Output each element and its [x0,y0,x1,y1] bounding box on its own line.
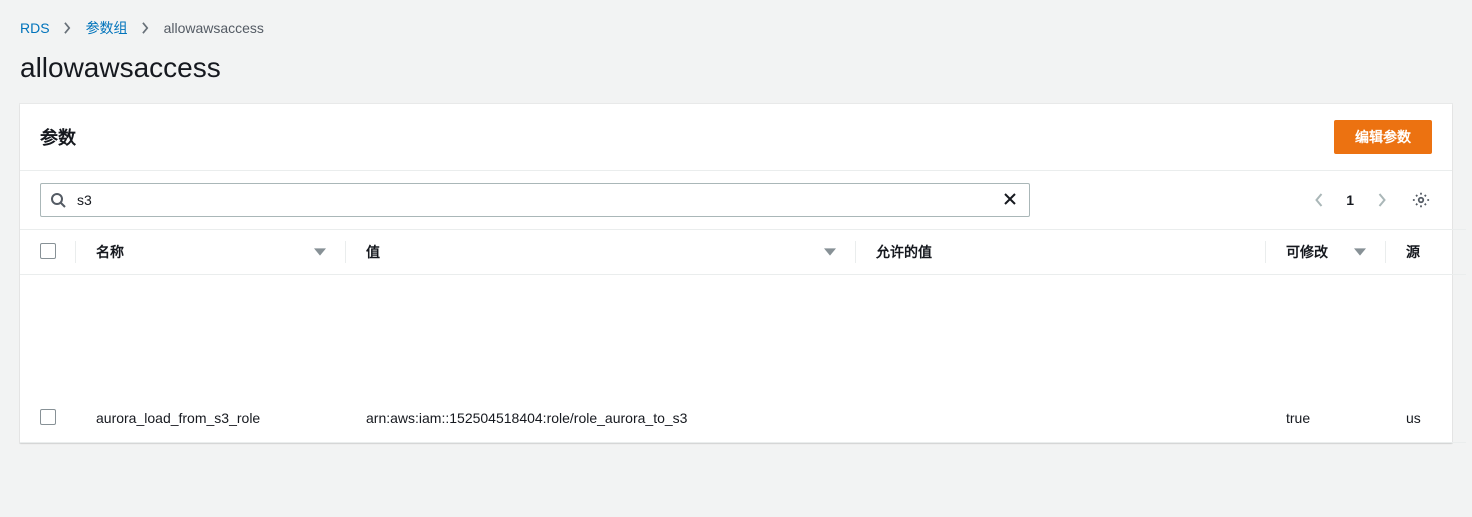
column-header-value[interactable]: 值 [346,230,856,275]
sort-icon [314,248,326,256]
column-header-name[interactable]: 名称 [76,230,346,275]
panel-title: 参数 [40,124,76,150]
edit-parameters-button[interactable]: 编辑参数 [1334,120,1432,154]
select-all-checkbox[interactable] [40,243,56,259]
chevron-right-icon [64,21,72,35]
search-icon [50,192,66,208]
column-header-allowed[interactable]: 允许的值 [856,230,1266,275]
column-label: 源 [1406,242,1420,262]
column-label: 值 [366,242,380,262]
search-wrapper [40,183,1030,217]
select-all-header [20,230,76,275]
row-checkbox[interactable] [40,409,56,425]
column-header-source[interactable]: 源 [1386,230,1466,275]
parameters-panel: 参数 编辑参数 1 [20,104,1452,443]
chevron-right-icon [142,21,150,35]
column-header-modifiable[interactable]: 可修改 [1266,230,1386,275]
sort-icon [1354,248,1366,256]
row-select-cell [20,395,76,443]
cell-value: arn:aws:iam::152504518404:role/role_auro… [346,395,856,443]
next-page-button[interactable] [1372,190,1392,210]
panel-header: 参数 编辑参数 [20,104,1452,171]
breadcrumb-current: allowawsaccess [164,20,264,36]
cell-allowed [856,395,1266,443]
page-number: 1 [1346,192,1354,208]
cell-source: us [1386,395,1466,443]
gear-icon [1412,191,1430,209]
table-row: aurora_load_from_s3_role arn:aws:iam::15… [20,395,1466,443]
parameters-table: 名称 值 允许的值 [20,229,1466,443]
breadcrumb-group-link[interactable]: 参数组 [86,18,128,38]
pagination: 1 [1308,189,1432,211]
cell-name: aurora_load_from_s3_role [76,395,346,443]
search-input[interactable] [40,183,1030,217]
settings-button[interactable] [1410,189,1432,211]
column-label: 名称 [96,242,124,262]
sort-icon [824,248,836,256]
clear-search-button[interactable] [1002,191,1020,209]
column-label: 可修改 [1286,242,1328,262]
breadcrumb-root-link[interactable]: RDS [20,20,50,36]
page-title: allowawsaccess [0,48,1472,104]
column-label: 允许的值 [876,242,932,262]
prev-page-button[interactable] [1308,190,1328,210]
cell-modifiable: true [1266,395,1386,443]
toolbar: 1 [20,171,1452,229]
breadcrumb: RDS 参数组 allowawsaccess [0,0,1472,48]
